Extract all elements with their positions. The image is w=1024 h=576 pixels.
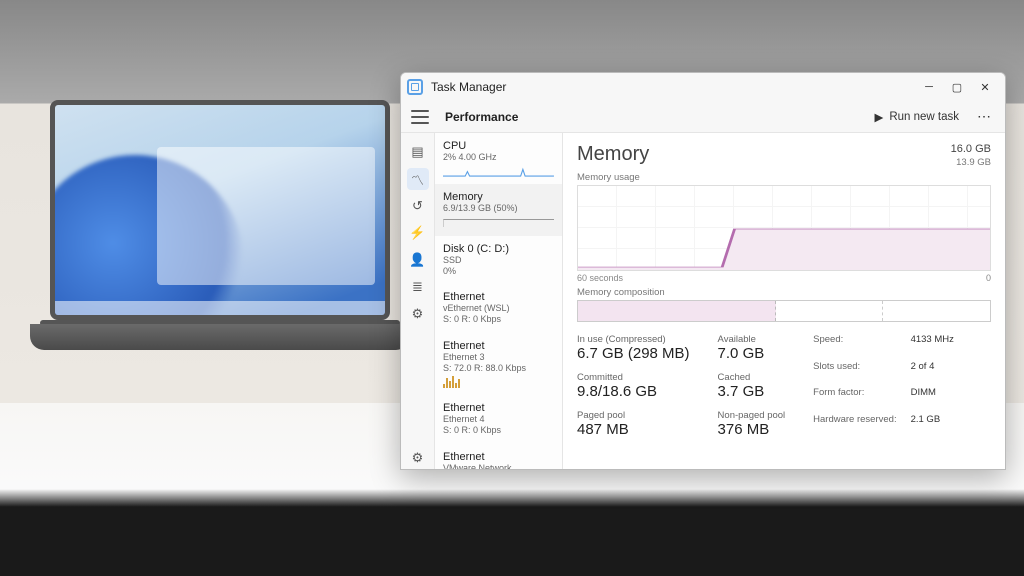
sidebar-eth0-sub: vEthernet (WSL) S: 0 R: 0 Kbps xyxy=(443,303,554,326)
sidebar-eth4-title: Ethernet xyxy=(443,402,554,414)
run-task-label: Run new task xyxy=(889,111,959,123)
memory-spec-grid: Speed:4133 MHz Slots used:2 of 4 Form fa… xyxy=(813,334,954,438)
sidebar-eth0-title: Ethernet xyxy=(443,291,554,303)
sidebar-disk-sub: SSD 0% xyxy=(443,255,554,278)
users-icon[interactable]: 👤 xyxy=(407,249,429,271)
page-title: Performance xyxy=(445,110,518,124)
performance-icon[interactable]: 〽 xyxy=(407,168,429,190)
sidebar-eth4-sub: Ethernet 4 S: 0 R: 0 Kbps xyxy=(443,414,554,437)
more-options-button[interactable]: ⋯ xyxy=(973,108,995,125)
details-icon[interactable]: ≣ xyxy=(407,276,429,298)
composition-label: Memory composition xyxy=(577,287,991,298)
sidebar-vmware-sub: VMware Network… S: 0 R: 0 Kbps xyxy=(443,463,554,470)
run-new-task-button[interactable]: ▶ Run new task xyxy=(868,107,965,127)
performance-sidebar: CPU 2% 4.00 GHz Memory 6.9/13.9 GB (50%)… xyxy=(435,133,563,469)
committed-label: Committed xyxy=(577,372,690,383)
available-label: Available xyxy=(718,334,786,345)
memory-composition-bar xyxy=(577,300,991,322)
services-icon[interactable]: ⚙ xyxy=(407,303,429,325)
nonpaged-label: Non-paged pool xyxy=(718,410,786,421)
paged-label: Paged pool xyxy=(577,410,690,421)
sidebar-item-ethernet4[interactable]: Ethernet Ethernet 4 S: 0 R: 0 Kbps xyxy=(435,395,562,444)
sidebar-item-cpu[interactable]: CPU 2% 4.00 GHz xyxy=(435,133,562,184)
total-memory: 16.0 GB xyxy=(951,143,991,155)
memory-panel: Memory 16.0 GB 13.9 GB Memory usage 60 s… xyxy=(563,133,1005,469)
cached-value: 3.7 GB xyxy=(718,383,786,400)
nonpaged-value: 376 MB xyxy=(718,421,786,438)
laptop xyxy=(50,100,390,380)
run-task-icon: ▶ xyxy=(874,110,883,124)
axis-right: 0 xyxy=(986,273,991,283)
task-manager-icon xyxy=(407,79,423,95)
app-history-icon[interactable]: ↺ xyxy=(407,195,429,217)
ethernet-spark-icon xyxy=(443,376,554,388)
sidebar-mem-title: Memory xyxy=(443,191,554,203)
nav-rail: ▤ 〽 ↺ ⚡ 👤 ≣ ⚙ ⚙ xyxy=(401,133,435,469)
task-manager-window: Task Manager ─ ▢ ✕ Performance ▶ Run new… xyxy=(400,72,1006,470)
startup-icon[interactable]: ⚡ xyxy=(407,222,429,244)
sidebar-item-ethernet-wsl[interactable]: Ethernet vEthernet (WSL) S: 0 R: 0 Kbps xyxy=(435,284,562,333)
memory-spark-icon xyxy=(443,217,554,229)
processes-icon[interactable]: ▤ xyxy=(407,141,429,163)
cached-label: Cached xyxy=(718,372,786,383)
toolbar: Performance ▶ Run new task ⋯ xyxy=(401,101,1005,133)
sidebar-cpu-title: CPU xyxy=(443,140,554,152)
memory-heading: Memory xyxy=(577,143,649,166)
available-memory: 13.9 GB xyxy=(951,157,991,168)
usage-label: Memory usage xyxy=(577,172,991,183)
in-use-label: In use (Compressed) xyxy=(577,334,690,345)
memory-usage-chart xyxy=(577,185,991,271)
cpu-spark-icon xyxy=(443,165,554,177)
paged-value: 487 MB xyxy=(577,421,690,438)
settings-icon[interactable]: ⚙ xyxy=(407,447,429,469)
sidebar-vmware-title: Ethernet xyxy=(443,451,554,463)
in-use-value: 6.7 GB (298 MB) xyxy=(577,345,690,362)
maximize-button[interactable]: ▢ xyxy=(943,77,971,97)
minimize-button[interactable]: ─ xyxy=(915,77,943,97)
committed-value: 9.8/18.6 GB xyxy=(577,383,690,400)
sidebar-cpu-sub: 2% 4.00 GHz xyxy=(443,152,554,163)
axis-left: 60 seconds xyxy=(577,273,623,283)
sidebar-item-disk0[interactable]: Disk 0 (C: D:) SSD 0% xyxy=(435,236,562,285)
window-title: Task Manager xyxy=(431,80,506,94)
sidebar-item-ethernet3[interactable]: Ethernet Ethernet 3 S: 72.0 R: 88.0 Kbps xyxy=(435,333,562,396)
hamburger-icon[interactable] xyxy=(411,110,429,124)
sidebar-eth3-sub: Ethernet 3 S: 72.0 R: 88.0 Kbps xyxy=(443,352,554,375)
close-button[interactable]: ✕ xyxy=(971,77,999,97)
available-value: 7.0 GB xyxy=(718,345,786,362)
titlebar[interactable]: Task Manager ─ ▢ ✕ xyxy=(401,73,1005,101)
sidebar-disk-title: Disk 0 (C: D:) xyxy=(443,243,554,255)
sidebar-eth3-title: Ethernet xyxy=(443,340,554,352)
sidebar-item-vmware[interactable]: Ethernet VMware Network… S: 0 R: 0 Kbps xyxy=(435,444,562,470)
sidebar-item-memory[interactable]: Memory 6.9/13.9 GB (50%) xyxy=(435,184,562,235)
sidebar-mem-sub: 6.9/13.9 GB (50%) xyxy=(443,203,554,214)
